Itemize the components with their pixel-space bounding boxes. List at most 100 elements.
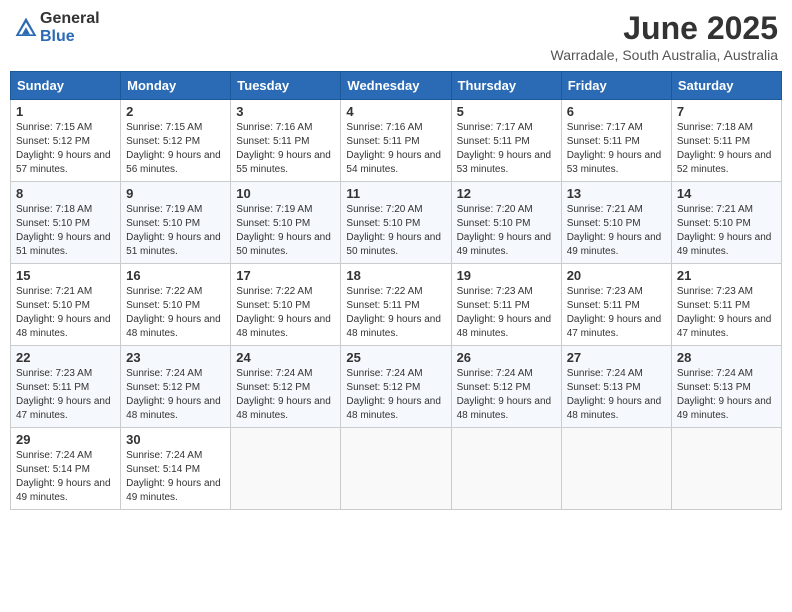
calendar-week-row: 8 Sunrise: 7:18 AMSunset: 5:10 PMDayligh… [11,182,782,264]
weekday-header: Tuesday [231,72,341,100]
calendar-cell: 1 Sunrise: 7:15 AMSunset: 5:12 PMDayligh… [11,100,121,182]
day-number: 13 [567,186,666,201]
day-number: 5 [457,104,556,119]
calendar-cell: 3 Sunrise: 7:16 AMSunset: 5:11 PMDayligh… [231,100,341,182]
calendar-week-row: 15 Sunrise: 7:21 AMSunset: 5:10 PMDaylig… [11,264,782,346]
weekday-header: Wednesday [341,72,451,100]
day-info: Sunrise: 7:22 AMSunset: 5:10 PMDaylight:… [236,286,331,339]
day-number: 28 [677,350,776,365]
day-number: 27 [567,350,666,365]
calendar-cell [671,428,781,510]
day-info: Sunrise: 7:22 AMSunset: 5:10 PMDaylight:… [126,286,221,339]
calendar-cell: 12 Sunrise: 7:20 AMSunset: 5:10 PMDaylig… [451,182,561,264]
calendar-cell: 30 Sunrise: 7:24 AMSunset: 5:14 PMDaylig… [121,428,231,510]
weekday-header: Sunday [11,72,121,100]
calendar-cell: 28 Sunrise: 7:24 AMSunset: 5:13 PMDaylig… [671,346,781,428]
calendar-cell: 20 Sunrise: 7:23 AMSunset: 5:11 PMDaylig… [561,264,671,346]
weekday-header: Friday [561,72,671,100]
calendar-cell: 11 Sunrise: 7:20 AMSunset: 5:10 PMDaylig… [341,182,451,264]
day-info: Sunrise: 7:20 AMSunset: 5:10 PMDaylight:… [457,204,552,257]
day-number: 21 [677,268,776,283]
weekday-header: Monday [121,72,231,100]
day-info: Sunrise: 7:18 AMSunset: 5:11 PMDaylight:… [677,122,772,175]
day-number: 11 [346,186,445,201]
day-number: 29 [16,432,115,447]
day-info: Sunrise: 7:21 AMSunset: 5:10 PMDaylight:… [16,286,111,339]
day-number: 12 [457,186,556,201]
logo: General Blue [14,10,100,45]
calendar-cell: 16 Sunrise: 7:22 AMSunset: 5:10 PMDaylig… [121,264,231,346]
page-header: General Blue June 2025 Warradale, South … [10,10,782,63]
calendar-cell: 6 Sunrise: 7:17 AMSunset: 5:11 PMDayligh… [561,100,671,182]
day-info: Sunrise: 7:22 AMSunset: 5:11 PMDaylight:… [346,286,441,339]
calendar-cell: 27 Sunrise: 7:24 AMSunset: 5:13 PMDaylig… [561,346,671,428]
day-number: 7 [677,104,776,119]
calendar-cell: 24 Sunrise: 7:24 AMSunset: 5:12 PMDaylig… [231,346,341,428]
day-number: 19 [457,268,556,283]
day-info: Sunrise: 7:21 AMSunset: 5:10 PMDaylight:… [567,204,662,257]
day-number: 9 [126,186,225,201]
calendar-week-row: 1 Sunrise: 7:15 AMSunset: 5:12 PMDayligh… [11,100,782,182]
logo-text-blue: Blue [40,28,75,45]
calendar-week-row: 22 Sunrise: 7:23 AMSunset: 5:11 PMDaylig… [11,346,782,428]
calendar-cell: 8 Sunrise: 7:18 AMSunset: 5:10 PMDayligh… [11,182,121,264]
day-info: Sunrise: 7:18 AMSunset: 5:10 PMDaylight:… [16,204,111,257]
day-info: Sunrise: 7:24 AMSunset: 5:12 PMDaylight:… [126,368,221,421]
calendar-cell: 18 Sunrise: 7:22 AMSunset: 5:11 PMDaylig… [341,264,451,346]
day-number: 6 [567,104,666,119]
calendar-cell: 22 Sunrise: 7:23 AMSunset: 5:11 PMDaylig… [11,346,121,428]
day-number: 14 [677,186,776,201]
calendar-cell: 29 Sunrise: 7:24 AMSunset: 5:14 PMDaylig… [11,428,121,510]
day-number: 20 [567,268,666,283]
weekday-header: Saturday [671,72,781,100]
calendar-cell: 9 Sunrise: 7:19 AMSunset: 5:10 PMDayligh… [121,182,231,264]
day-info: Sunrise: 7:24 AMSunset: 5:14 PMDaylight:… [126,450,221,503]
day-info: Sunrise: 7:19 AMSunset: 5:10 PMDaylight:… [236,204,331,257]
calendar-table: SundayMondayTuesdayWednesdayThursdayFrid… [10,71,782,510]
day-number: 25 [346,350,445,365]
calendar-cell: 15 Sunrise: 7:21 AMSunset: 5:10 PMDaylig… [11,264,121,346]
day-number: 15 [16,268,115,283]
day-info: Sunrise: 7:24 AMSunset: 5:12 PMDaylight:… [346,368,441,421]
calendar-cell: 17 Sunrise: 7:22 AMSunset: 5:10 PMDaylig… [231,264,341,346]
calendar-cell [561,428,671,510]
day-info: Sunrise: 7:24 AMSunset: 5:13 PMDaylight:… [567,368,662,421]
day-number: 17 [236,268,335,283]
calendar-header-row: SundayMondayTuesdayWednesdayThursdayFrid… [11,72,782,100]
month-title: June 2025 [551,10,779,47]
weekday-header: Thursday [451,72,561,100]
calendar-cell: 13 Sunrise: 7:21 AMSunset: 5:10 PMDaylig… [561,182,671,264]
calendar-week-row: 29 Sunrise: 7:24 AMSunset: 5:14 PMDaylig… [11,428,782,510]
day-number: 2 [126,104,225,119]
calendar-cell: 2 Sunrise: 7:15 AMSunset: 5:12 PMDayligh… [121,100,231,182]
calendar-cell [451,428,561,510]
logo-text-general: General [40,10,100,27]
calendar-cell: 10 Sunrise: 7:19 AMSunset: 5:10 PMDaylig… [231,182,341,264]
day-info: Sunrise: 7:20 AMSunset: 5:10 PMDaylight:… [346,204,441,257]
calendar-cell [231,428,341,510]
day-info: Sunrise: 7:23 AMSunset: 5:11 PMDaylight:… [457,286,552,339]
calendar-cell [341,428,451,510]
day-number: 3 [236,104,335,119]
day-number: 24 [236,350,335,365]
day-info: Sunrise: 7:23 AMSunset: 5:11 PMDaylight:… [567,286,662,339]
calendar-cell: 19 Sunrise: 7:23 AMSunset: 5:11 PMDaylig… [451,264,561,346]
day-number: 10 [236,186,335,201]
day-info: Sunrise: 7:23 AMSunset: 5:11 PMDaylight:… [677,286,772,339]
day-number: 18 [346,268,445,283]
day-number: 8 [16,186,115,201]
day-info: Sunrise: 7:24 AMSunset: 5:14 PMDaylight:… [16,450,111,503]
day-info: Sunrise: 7:17 AMSunset: 5:11 PMDaylight:… [457,122,552,175]
day-info: Sunrise: 7:21 AMSunset: 5:10 PMDaylight:… [677,204,772,257]
day-number: 30 [126,432,225,447]
day-number: 23 [126,350,225,365]
day-info: Sunrise: 7:15 AMSunset: 5:12 PMDaylight:… [16,122,111,175]
day-info: Sunrise: 7:24 AMSunset: 5:12 PMDaylight:… [457,368,552,421]
title-section: June 2025 Warradale, South Australia, Au… [551,10,779,63]
day-info: Sunrise: 7:19 AMSunset: 5:10 PMDaylight:… [126,204,221,257]
calendar-cell: 23 Sunrise: 7:24 AMSunset: 5:12 PMDaylig… [121,346,231,428]
calendar-cell: 26 Sunrise: 7:24 AMSunset: 5:12 PMDaylig… [451,346,561,428]
day-number: 16 [126,268,225,283]
calendar-cell: 7 Sunrise: 7:18 AMSunset: 5:11 PMDayligh… [671,100,781,182]
day-number: 22 [16,350,115,365]
